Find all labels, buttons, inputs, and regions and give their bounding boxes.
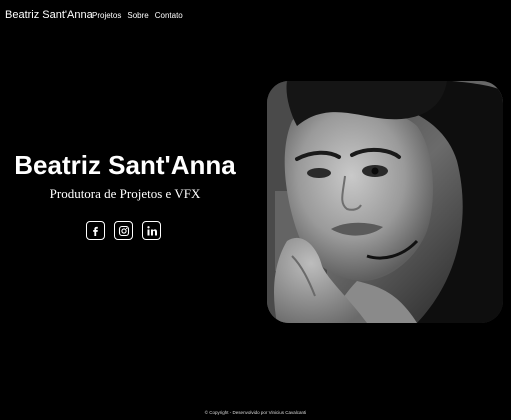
hero-role: Produtora de Projetos e VFX xyxy=(49,186,201,201)
facebook-icon xyxy=(93,226,98,236)
linkedin-button[interactable] xyxy=(142,221,161,240)
linkedin-icon xyxy=(146,225,157,235)
nav-links: Projetos Sobre Contato xyxy=(92,11,183,20)
page: Beatriz Sant'Anna Projetos Sobre Contato… xyxy=(0,0,511,420)
instagram-icon xyxy=(118,225,129,236)
hero-text: Beatriz Sant'Anna Produtora de Projetos … xyxy=(0,148,250,202)
nav-link-projetos[interactable]: Projetos xyxy=(92,11,121,20)
portrait-image xyxy=(267,81,503,323)
navbar: Beatriz Sant'Anna Projetos Sobre Contato xyxy=(0,0,511,34)
hero-name: Beatriz Sant'Anna xyxy=(14,150,236,180)
nav-link-contato[interactable]: Contato xyxy=(155,11,183,20)
instagram-button[interactable] xyxy=(114,221,133,240)
social-links xyxy=(86,221,161,240)
nav-link-sobre[interactable]: Sobre xyxy=(127,11,148,20)
profile-photo xyxy=(267,81,503,323)
brand-link[interactable]: Beatriz Sant'Anna xyxy=(5,9,93,21)
facebook-button[interactable] xyxy=(86,221,105,240)
footer: © Copyright - Desenvolvido por Vinicius … xyxy=(204,410,307,415)
